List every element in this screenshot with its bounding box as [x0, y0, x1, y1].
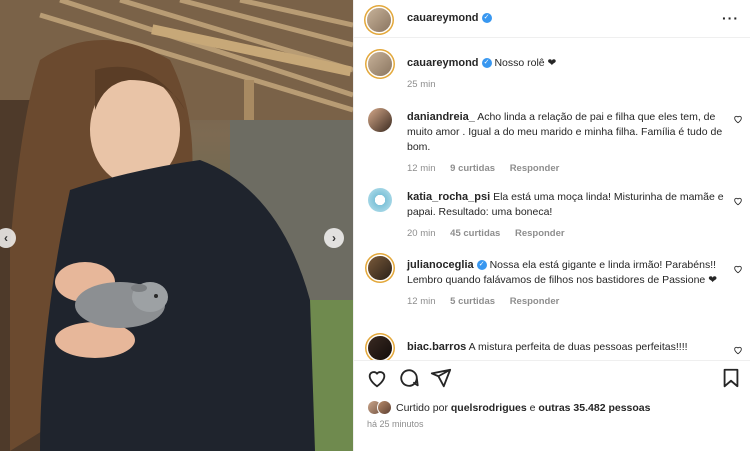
comment-likes[interactable]: 9 curtidas: [450, 163, 495, 174]
photo-illustration: [0, 0, 353, 451]
comment-meta: 12 min 5 curtidas Responder: [407, 294, 725, 309]
verified-badge-icon: ✓: [476, 260, 487, 271]
heart-icon[interactable]: [733, 114, 743, 124]
share-icon[interactable]: [430, 367, 452, 389]
post-photo[interactable]: ‹ ›: [0, 0, 353, 451]
liker-avatar: [377, 400, 392, 415]
comment-text: A mistura perfeita de duas pessoas perfe…: [468, 341, 688, 353]
comment-username[interactable]: julianoceglia: [407, 259, 474, 271]
post-actions-bar: Curtido por quelsrodrigues e outras 35.4…: [354, 360, 750, 451]
comment-meta: 12 min 9 curtidas Responder: [407, 161, 725, 176]
comments-list: cauareymond ✓ Nosso rolê ❤ 25 min daniand…: [354, 38, 750, 360]
post-author-username[interactable]: cauareymond: [407, 12, 479, 24]
comment-body: daniandreia_ Acho linda a relação de pai…: [407, 110, 725, 176]
reply-button[interactable]: Responder: [510, 163, 560, 174]
avatar[interactable]: [368, 256, 392, 280]
comment-time: 20 min: [407, 228, 436, 239]
post-timestamp: há 25 minutos: [367, 419, 424, 429]
likes-middle: e: [529, 401, 536, 414]
avatar[interactable]: [368, 108, 392, 132]
caption-username[interactable]: cauareymond: [407, 57, 479, 69]
likes-summary: Curtido por quelsrodrigues e outras 35.4…: [367, 400, 651, 415]
comment-likes[interactable]: 45 curtidas: [450, 228, 500, 239]
avatar[interactable]: [368, 188, 392, 212]
comment-username[interactable]: biac.barros: [407, 341, 466, 353]
comment-username[interactable]: katia_rocha_psi: [407, 191, 490, 203]
caption-text: Nosso rolê ❤: [494, 57, 557, 69]
likes-prefix: Curtido por: [396, 401, 448, 414]
reply-button[interactable]: Responder: [510, 296, 560, 307]
bookmark-icon[interactable]: [720, 367, 742, 389]
post-detail-panel: cauareymond ✓ ··· cauareymond ✓ Nosso rolê…: [353, 0, 750, 451]
avatar[interactable]: [368, 52, 392, 76]
verified-badge-icon: ✓: [481, 58, 492, 69]
comment-meta: 20 min 45 curtidas Responder: [407, 226, 725, 241]
heart-icon[interactable]: [366, 367, 388, 389]
avatar[interactable]: [367, 8, 391, 32]
caption-time: 25 min: [407, 79, 436, 90]
comment-username[interactable]: daniandreia_: [407, 111, 475, 123]
caption-meta: 25 min: [407, 77, 725, 92]
comment-time: 12 min: [407, 296, 436, 307]
reply-button[interactable]: Responder: [515, 228, 565, 239]
header-user: cauareymond ✓: [407, 12, 492, 24]
chevron-right-icon[interactable]: ›: [324, 228, 344, 248]
comment-body: biac.barros A mistura perfeita de duas p…: [407, 340, 725, 355]
comment-time: 12 min: [407, 163, 436, 174]
avatar[interactable]: [368, 336, 392, 360]
comment-icon[interactable]: [398, 367, 420, 389]
likes-text: Curtido por quelsrodrigues e outras 35.4…: [396, 402, 651, 414]
comment-body: julianoceglia ✓ Nossa ela está gigante e …: [407, 258, 725, 309]
post-header: cauareymond ✓ ···: [354, 0, 750, 38]
comment-likes[interactable]: 5 curtidas: [450, 296, 495, 307]
likes-user[interactable]: quelsrodrigues: [451, 402, 527, 414]
more-icon[interactable]: ···: [722, 10, 739, 26]
verified-badge-icon: ✓: [481, 13, 492, 24]
heart-icon[interactable]: [733, 264, 743, 274]
caption-body: cauareymond ✓ Nosso rolê ❤ 25 min: [407, 56, 725, 92]
likes-others[interactable]: outras 35.482 pessoas: [538, 402, 650, 414]
comment-body: katia_rocha_psi Ela está uma moça linda!…: [407, 190, 725, 241]
heart-icon[interactable]: [733, 196, 743, 206]
heart-icon[interactable]: [733, 345, 743, 355]
